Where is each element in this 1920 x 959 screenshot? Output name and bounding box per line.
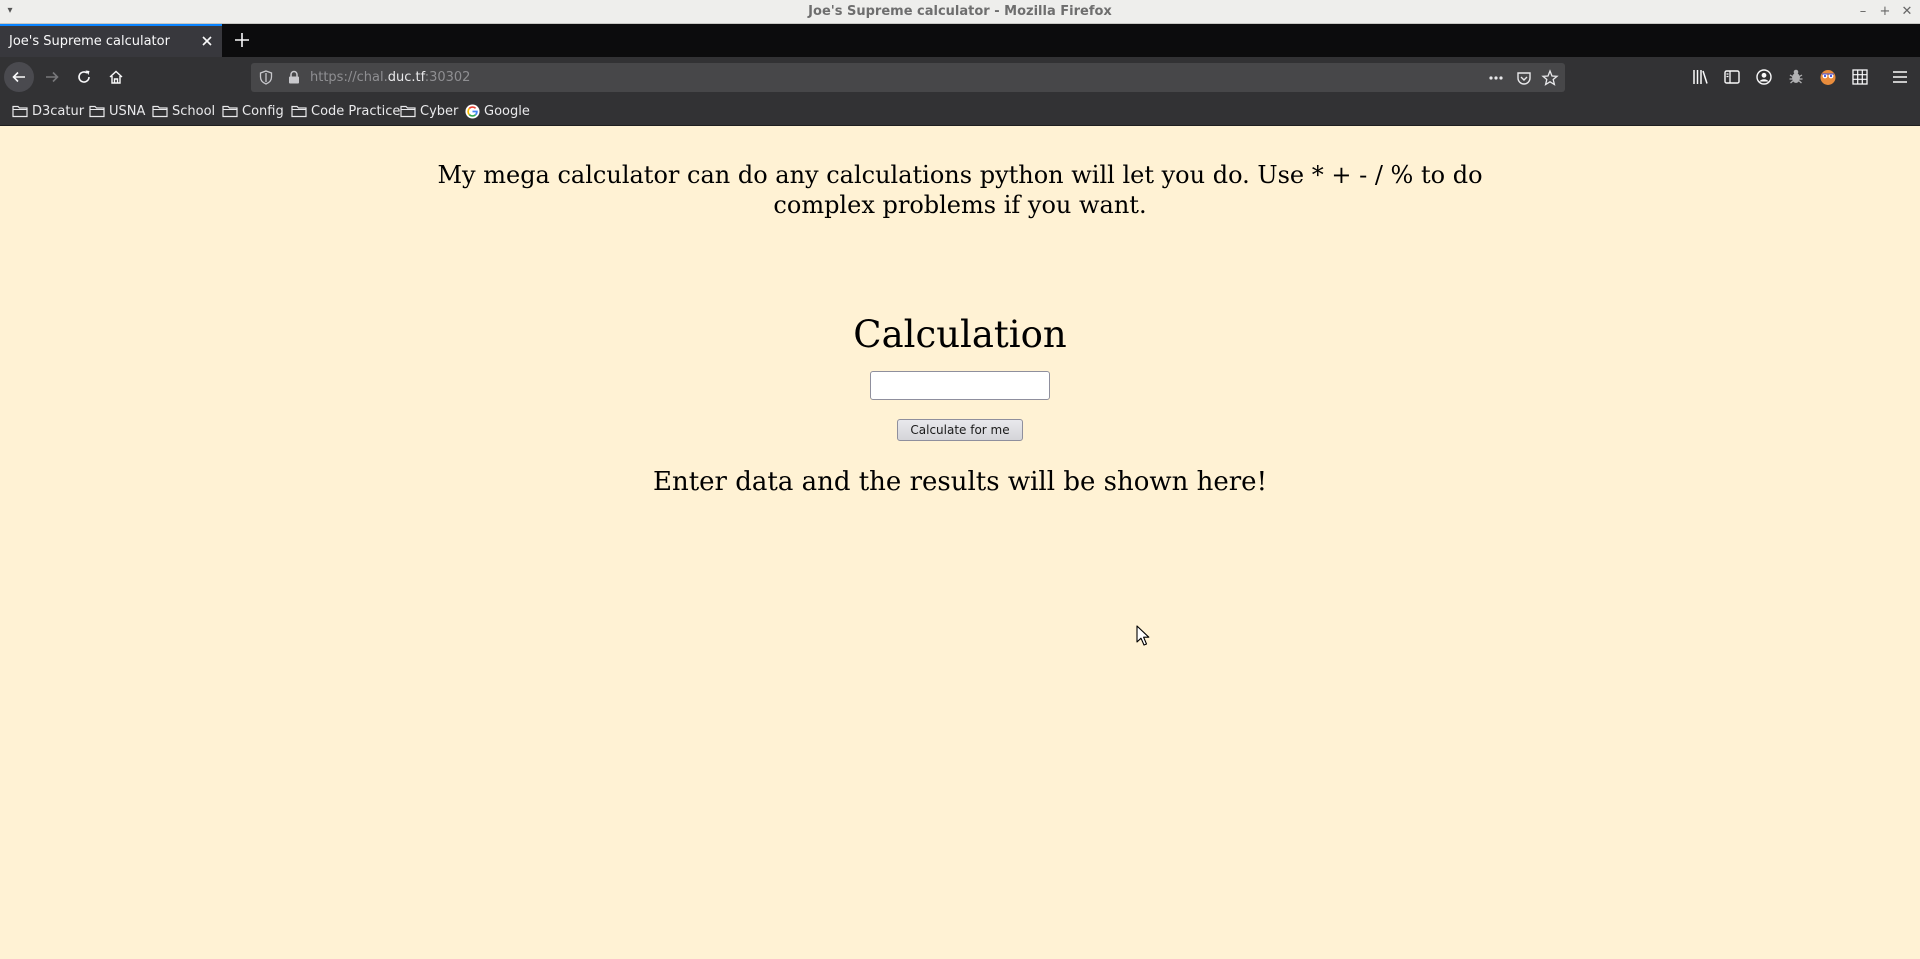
forward-arrow-icon[interactable] (37, 62, 67, 92)
tab-strip: Joe's Supreme calculator (0, 24, 1920, 57)
extension-face-icon[interactable] (1818, 67, 1838, 87)
bookmark-label: School (172, 103, 216, 119)
folder-icon (152, 105, 168, 118)
bookmark-star-icon[interactable] (1541, 69, 1559, 87)
reload-icon[interactable] (69, 62, 99, 92)
bookmark-label: Config (242, 103, 284, 119)
bookmark-label: Cyber (420, 103, 459, 119)
intro-text: My mega calculator can do any calculatio… (437, 161, 1483, 219)
tab-title: Joe's Supreme calculator (9, 34, 170, 49)
library-icon[interactable] (1690, 67, 1710, 87)
url-prefix: https://chal. (310, 70, 388, 85)
folder-icon (400, 105, 416, 118)
bookmark-label: Code Practice (311, 103, 401, 119)
bookmark-label: USNA (109, 103, 146, 119)
bookmark-cyber[interactable]: Cyber (400, 97, 458, 125)
nav-toolbar: https://chal.duc.tf:30302 (0, 57, 1920, 97)
minimize-icon[interactable]: – (1852, 0, 1874, 24)
calculation-heading: Calculation (853, 313, 1067, 356)
bookmark-code-practice[interactable]: Code Practice (291, 97, 400, 125)
calculate-button[interactable]: Calculate for me (897, 419, 1023, 441)
address-bar[interactable]: https://chal.duc.tf:30302 (251, 63, 1565, 92)
calculation-input[interactable] (870, 371, 1050, 400)
tab-active[interactable]: Joe's Supreme calculator (0, 24, 222, 57)
bookmark-school[interactable]: School (152, 97, 215, 125)
url-host: duc.tf (387, 70, 425, 85)
folder-icon (291, 105, 307, 118)
extension-bug-icon[interactable] (1786, 67, 1806, 87)
bookmark-usna[interactable]: USNA (89, 97, 145, 125)
bookmark-google[interactable]: Google (465, 97, 530, 125)
window-controls: – + ✕ (1852, 0, 1918, 24)
tracking-shield-icon[interactable] (259, 70, 273, 89)
url-suffix: :30302 (424, 70, 471, 85)
account-icon[interactable] (1754, 67, 1774, 87)
bookmark-label: Google (484, 103, 530, 119)
folder-icon (222, 105, 238, 118)
mouse-cursor-icon (1136, 625, 1150, 651)
url-text[interactable]: https://chal.duc.tf:30302 (310, 63, 470, 92)
bookmark-config[interactable]: Config (222, 97, 284, 125)
google-icon (465, 103, 480, 119)
close-tab-icon[interactable] (196, 30, 218, 52)
bookmarks-toolbar: D3catur USNA School Config Code Practice… (0, 97, 1920, 126)
grid-apps-icon[interactable] (1850, 67, 1870, 87)
result-text: Enter data and the results will be shown… (652, 467, 1268, 497)
pocket-icon[interactable] (1515, 69, 1533, 87)
bookmark-d3catur[interactable]: D3catur (12, 97, 84, 125)
folder-icon (12, 105, 28, 118)
lock-icon[interactable] (287, 70, 301, 89)
page-content: My mega calculator can do any calculatio… (0, 126, 1920, 959)
sidebar-icon[interactable] (1722, 67, 1742, 87)
page-actions-icon[interactable] (1487, 69, 1505, 87)
home-icon[interactable] (101, 62, 131, 92)
new-tab-icon[interactable] (228, 26, 256, 54)
back-arrow-icon[interactable] (4, 62, 34, 92)
maximize-icon[interactable]: + (1874, 0, 1896, 24)
bookmark-label: D3catur (32, 103, 85, 119)
close-window-icon[interactable]: ✕ (1896, 0, 1918, 24)
window-titlebar: ▾ Joe's Supreme calculator - Mozilla Fir… (0, 0, 1920, 24)
window-title: Joe's Supreme calculator - Mozilla Firef… (808, 4, 1112, 19)
hamburger-menu-icon[interactable] (1890, 67, 1910, 87)
folder-icon (89, 105, 105, 118)
